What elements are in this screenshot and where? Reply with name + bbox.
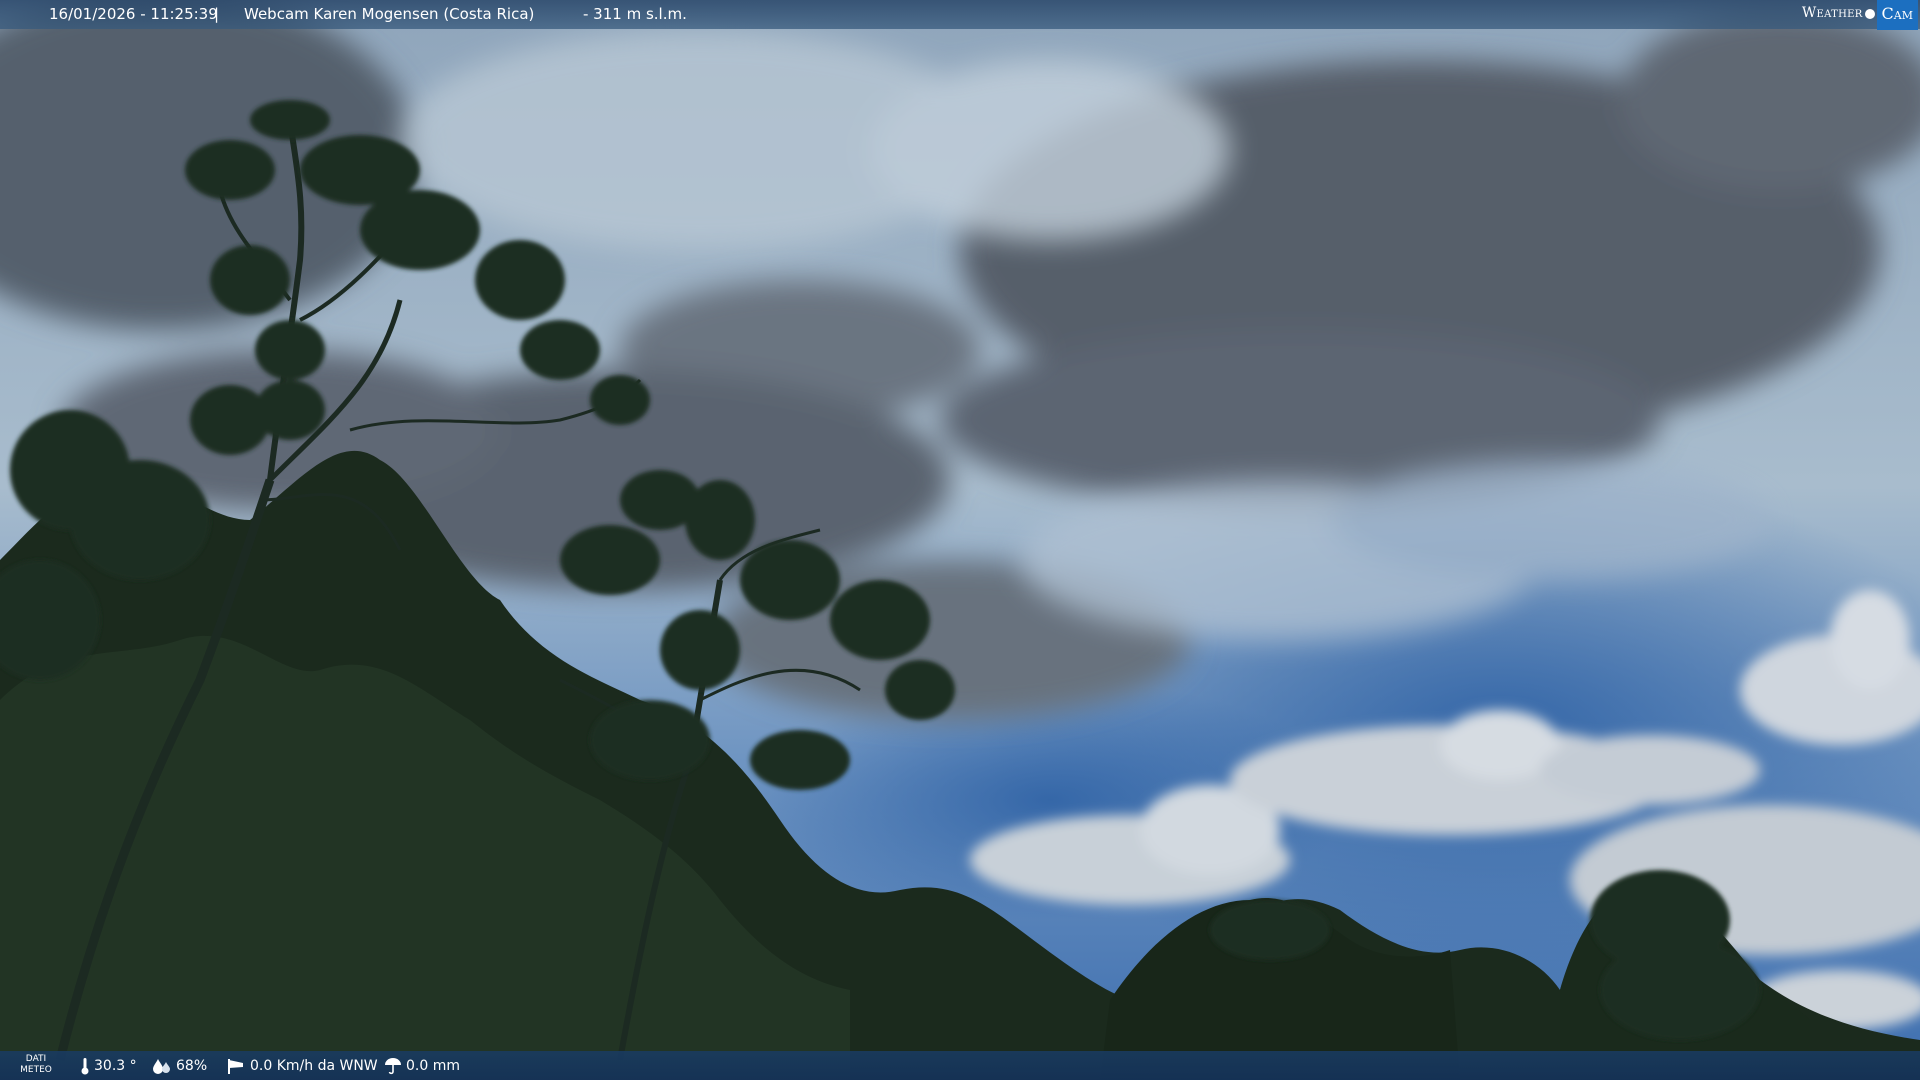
temperature-value: 30.3 ° — [94, 1057, 137, 1074]
weather-data-bar: DATI METEO 30.3 ° 68% 0.0 Km/h da WNW 0.… — [0, 1051, 1920, 1080]
rain-value: 0.0 mm — [406, 1057, 460, 1074]
thermometer-icon — [80, 1057, 90, 1075]
wind-reading: 0.0 Km/h da WNW — [226, 1051, 378, 1080]
webcam-image — [0, 0, 1920, 1080]
humidity-value: 68% — [176, 1057, 208, 1074]
humidity-reading: 68% — [152, 1051, 207, 1080]
rain-reading: 0.0 mm — [384, 1051, 460, 1080]
wind-value: 0.0 Km/h da WNW — [250, 1057, 378, 1074]
header-separator: | — [214, 5, 220, 23]
drops-icon — [152, 1058, 172, 1074]
header-bar: 16/01/2026 - 11:25:39 | Webcam Karen Mog… — [0, 0, 1920, 30]
logo-cam-text: Cam — [1876, 0, 1918, 30]
temperature-reading: 30.3 ° — [80, 1051, 137, 1080]
weathercam-logo: Weather Cam — [1801, 0, 1918, 30]
weather-data-label: DATI METEO — [20, 1054, 52, 1075]
umbrella-icon — [384, 1057, 402, 1075]
logo-sun-icon — [1864, 8, 1875, 19]
logo-weather-text: Weather — [1801, 5, 1863, 21]
altitude-label: - 311 m s.l.m. — [583, 5, 687, 23]
webcam-title: Webcam Karen Mogensen (Costa Rica) — [244, 5, 535, 23]
windsock-icon — [226, 1057, 246, 1075]
timestamp: 16/01/2026 - 11:25:39 — [49, 5, 218, 23]
